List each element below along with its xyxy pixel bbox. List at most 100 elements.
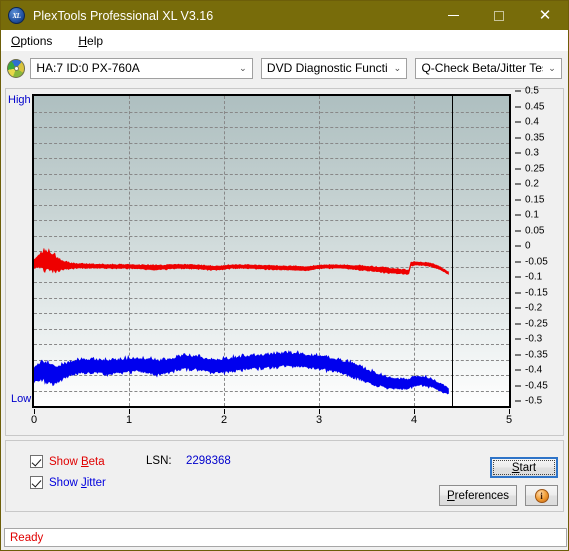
status-bar: Ready — [4, 528, 567, 547]
start-button[interactable]: Start — [490, 457, 558, 478]
y-axis-tick — [515, 230, 521, 231]
controls-panel: Show Beta Show Jitter LSN: 2298368 Start… — [5, 440, 564, 512]
y-axis-tick-label: -0.3 — [525, 333, 543, 345]
y-axis-tick — [515, 292, 521, 293]
test-select[interactable]: Q-Check Beta/Jitter Test ⌄ — [415, 57, 562, 79]
y-axis-tick — [515, 323, 521, 324]
x-axis-tick-label: 3 — [315, 414, 323, 426]
y-axis-tick-label: 0.3 — [525, 147, 539, 159]
show-jitter-checkbox[interactable] — [30, 476, 43, 489]
y-axis-tick-label: -0.15 — [525, 287, 548, 298]
chevron-down-icon: ⌄ — [239, 62, 247, 73]
y-axis-tick — [515, 338, 521, 340]
show-jitter-label: Show Jitter — [49, 476, 106, 489]
y-axis-tick — [515, 137, 521, 138]
minimize-icon — [447, 15, 459, 16]
y-axis-tick — [515, 354, 521, 355]
cd-disc-icon — [7, 58, 26, 78]
y-axis-tick — [515, 400, 521, 402]
lsn-value: 2298368 — [186, 455, 231, 467]
y-axis-tick — [515, 276, 521, 278]
y-axis-tick-label: 0.2 — [525, 178, 539, 190]
title-bar: XL PlexTools Professional XL V3.16 ✕ — [1, 1, 568, 30]
close-icon: ✕ — [538, 6, 552, 24]
y-axis-tick-label: -0.4 — [525, 364, 543, 376]
y-axis-tick-label: -0.45 — [525, 380, 548, 391]
info-button[interactable]: i — [525, 485, 558, 506]
axis-label-low: Low — [11, 393, 32, 405]
x-axis-tick-label: 0 — [30, 414, 38, 426]
y-axis-tick — [515, 369, 521, 371]
preferences-button[interactable]: Preferences — [439, 485, 517, 506]
menu-item-help[interactable]: Help — [76, 33, 105, 49]
y-axis-tick-label: 0.15 — [525, 194, 545, 205]
chart-panel: High Low 0.5 0.45 0.4 0.35 0.3 0.25 0.2 0.15 0.1… — [5, 86, 564, 436]
info-icon: i — [534, 488, 549, 503]
series-beta — [34, 248, 449, 275]
status-text: Ready — [10, 531, 44, 544]
chevron-down-icon: ⌄ — [548, 62, 556, 73]
y-axis-tick — [515, 199, 521, 200]
menu-item-options[interactable]: Options — [9, 33, 54, 49]
y-axis-tick — [515, 214, 521, 216]
y-axis-tick-label: 0.25 — [525, 163, 545, 174]
y-axis-tick — [515, 90, 521, 92]
x-axis-tick-label: 5 — [505, 414, 513, 426]
toolbar: HA:7 ID:0 PX-760A ⌄ DVD Diagnostic Funct… — [1, 52, 568, 84]
menu-bar: Options Help — [1, 30, 568, 52]
y-axis-tick-label: 0 — [525, 240, 531, 252]
close-button[interactable]: ✕ — [522, 1, 568, 30]
menu-item-help-label: elp — [87, 33, 104, 48]
x-axis-tick-label: 4 — [410, 414, 418, 426]
drive-select[interactable]: HA:7 ID:0 PX-760A ⌄ — [30, 57, 253, 79]
y-axis-tick-label: 0.35 — [525, 132, 545, 143]
function-select-value: DVD Diagnostic Functions — [266, 61, 389, 75]
show-beta-label: Show Beta — [49, 455, 105, 468]
x-axis-tick-label: 2 — [220, 414, 228, 426]
y-axis-tick-label: -0.25 — [525, 318, 548, 329]
maximize-icon — [494, 10, 504, 21]
show-beta-checkbox-row[interactable]: Show Beta — [30, 455, 105, 468]
y-axis-tick — [515, 307, 521, 309]
y-axis-tick-label: 0.05 — [525, 225, 545, 236]
y-axis-tick-label: -0.5 — [525, 395, 543, 407]
window-title: PlexTools Professional XL V3.16 — [33, 8, 214, 23]
y-axis-tick-label: -0.2 — [525, 302, 543, 314]
y-axis-tick — [515, 385, 521, 386]
y-axis-tick-label: 0.1 — [525, 209, 539, 221]
menu-item-options-label: ptions — [20, 33, 53, 48]
maximize-button[interactable] — [476, 1, 522, 30]
y-axis-tick-label: 0.45 — [525, 101, 545, 112]
plot-area — [32, 94, 511, 408]
y-axis-tick — [515, 106, 521, 107]
y-axis-tick — [515, 183, 521, 185]
chart-traces — [34, 248, 449, 395]
y-axis-tick-label: -0.05 — [525, 256, 548, 267]
y-axis-tick — [515, 152, 521, 154]
preferences-button-label: Preferences — [446, 489, 509, 502]
y-axis-tick — [515, 121, 521, 123]
minimize-button[interactable] — [430, 1, 476, 30]
y-axis-tick-label: 0.4 — [525, 116, 539, 128]
series-jitter — [34, 350, 449, 395]
axis-label-high: High — [8, 94, 31, 106]
start-button-label: Start — [492, 459, 556, 476]
y-axis: 0.5 0.45 0.4 0.35 0.3 0.25 0.2 0.15 0.1 0.05 0 -0.0… — [515, 85, 568, 413]
x-axis: 0 1 2 3 4 5 — [30, 409, 513, 429]
y-axis-tick — [515, 245, 521, 247]
x-axis-tick-label: 1 — [125, 414, 133, 426]
test-select-value: Q-Check Beta/Jitter Test — [421, 61, 543, 75]
show-beta-checkbox[interactable] — [30, 455, 43, 468]
y-axis-tick-label: -0.35 — [525, 349, 548, 360]
show-jitter-checkbox-row[interactable]: Show Jitter — [30, 476, 106, 489]
chevron-down-icon: ⌄ — [393, 62, 402, 73]
lsn-label: LSN: — [146, 455, 172, 467]
application-window: XL PlexTools Professional XL V3.16 ✕ Opt… — [0, 0, 569, 551]
y-axis-tick — [515, 168, 521, 169]
y-axis-tick-label: -0.1 — [525, 271, 543, 283]
y-axis-tick-label: 0.5 — [525, 85, 539, 97]
app-icon: XL — [8, 7, 25, 24]
drive-select-value: HA:7 ID:0 PX-760A — [36, 61, 140, 75]
function-select[interactable]: DVD Diagnostic Functions ⌄ — [260, 57, 408, 79]
y-axis-tick — [515, 261, 521, 262]
